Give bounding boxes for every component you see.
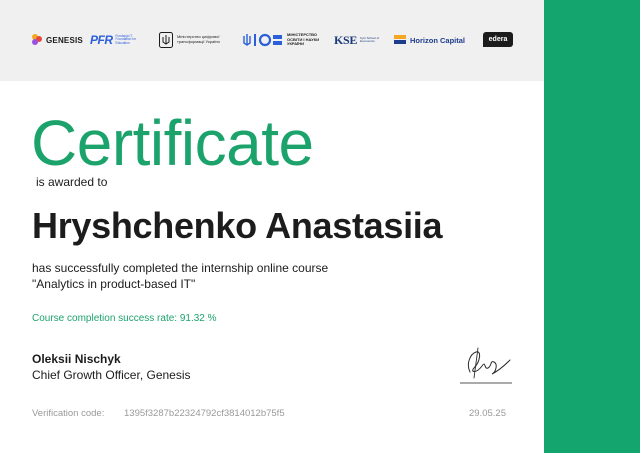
course-name: "Analytics in product-based IT"	[32, 277, 196, 291]
signer-name: Oleksii Nischyk	[32, 352, 121, 366]
horizon-capital-text: Horizon Capital	[410, 35, 466, 45]
awarded-text: is awarded to	[36, 175, 108, 189]
partner-logo-strip: GENESIS PFR Fundacja IT Foundation for E…	[0, 0, 544, 81]
edera-logo: edera	[483, 32, 513, 47]
pfr-logo: PFR Fundacja IT Foundation for Education	[90, 28, 142, 52]
horizon-capital-logo: Horizon Capital	[394, 28, 465, 52]
horizon-capital-icon	[394, 35, 406, 44]
pfr-logo-mark: PFR	[90, 33, 113, 47]
issue-date: 29.05.25	[469, 408, 506, 419]
certificate-page: GENESIS PFR Fundacja IT Foundation for E…	[0, 0, 640, 453]
mon-logo-text: МІНІСТЕРСТВО ОСВІТИ І НАУКИ УКРАЇНИ	[287, 32, 320, 47]
success-rate: Course completion success rate: 91.32 %	[32, 313, 217, 324]
kse-logo: KSE Kyiv School of Economics	[334, 28, 382, 52]
green-side-bar	[544, 0, 640, 453]
recipient-name: Hryshchenko Anastasiia	[32, 205, 443, 246]
mdt-logo: Міністерство цифрової трансформації Укра…	[159, 28, 225, 52]
signer-role: Chief Growth Officer, Genesis	[32, 368, 191, 382]
ukraine-trident-icon	[159, 32, 173, 48]
certificate-title: Certificate	[31, 107, 314, 179]
edera-logo-text: edera	[488, 36, 508, 43]
verification-code: 1395f3287b22324792cf3814012b75f5	[124, 408, 285, 419]
genesis-logo-text: GENESIS	[46, 35, 83, 45]
pfr-logo-tagline: Fundacja IT Foundation for Education	[115, 33, 137, 45]
mon-logo: МІНІСТЕРСТВО ОСВІТИ І НАУКИ УКРАЇНИ	[243, 28, 333, 52]
mdt-logo-text: Міністерство цифрової трансформації Укра…	[177, 34, 220, 44]
signature-icon	[460, 347, 512, 384]
genesis-logo: GENESIS	[31, 28, 83, 52]
verification-label: Verification code:	[32, 408, 105, 419]
completion-line-1: has successfully completed the internshi…	[32, 261, 329, 275]
kse-logo-tagline: Kyiv School of Economics	[360, 35, 380, 43]
mon-trident-icon	[243, 33, 282, 47]
kse-logo-mark: KSE	[334, 32, 358, 47]
genesis-flower-icon	[32, 34, 42, 45]
